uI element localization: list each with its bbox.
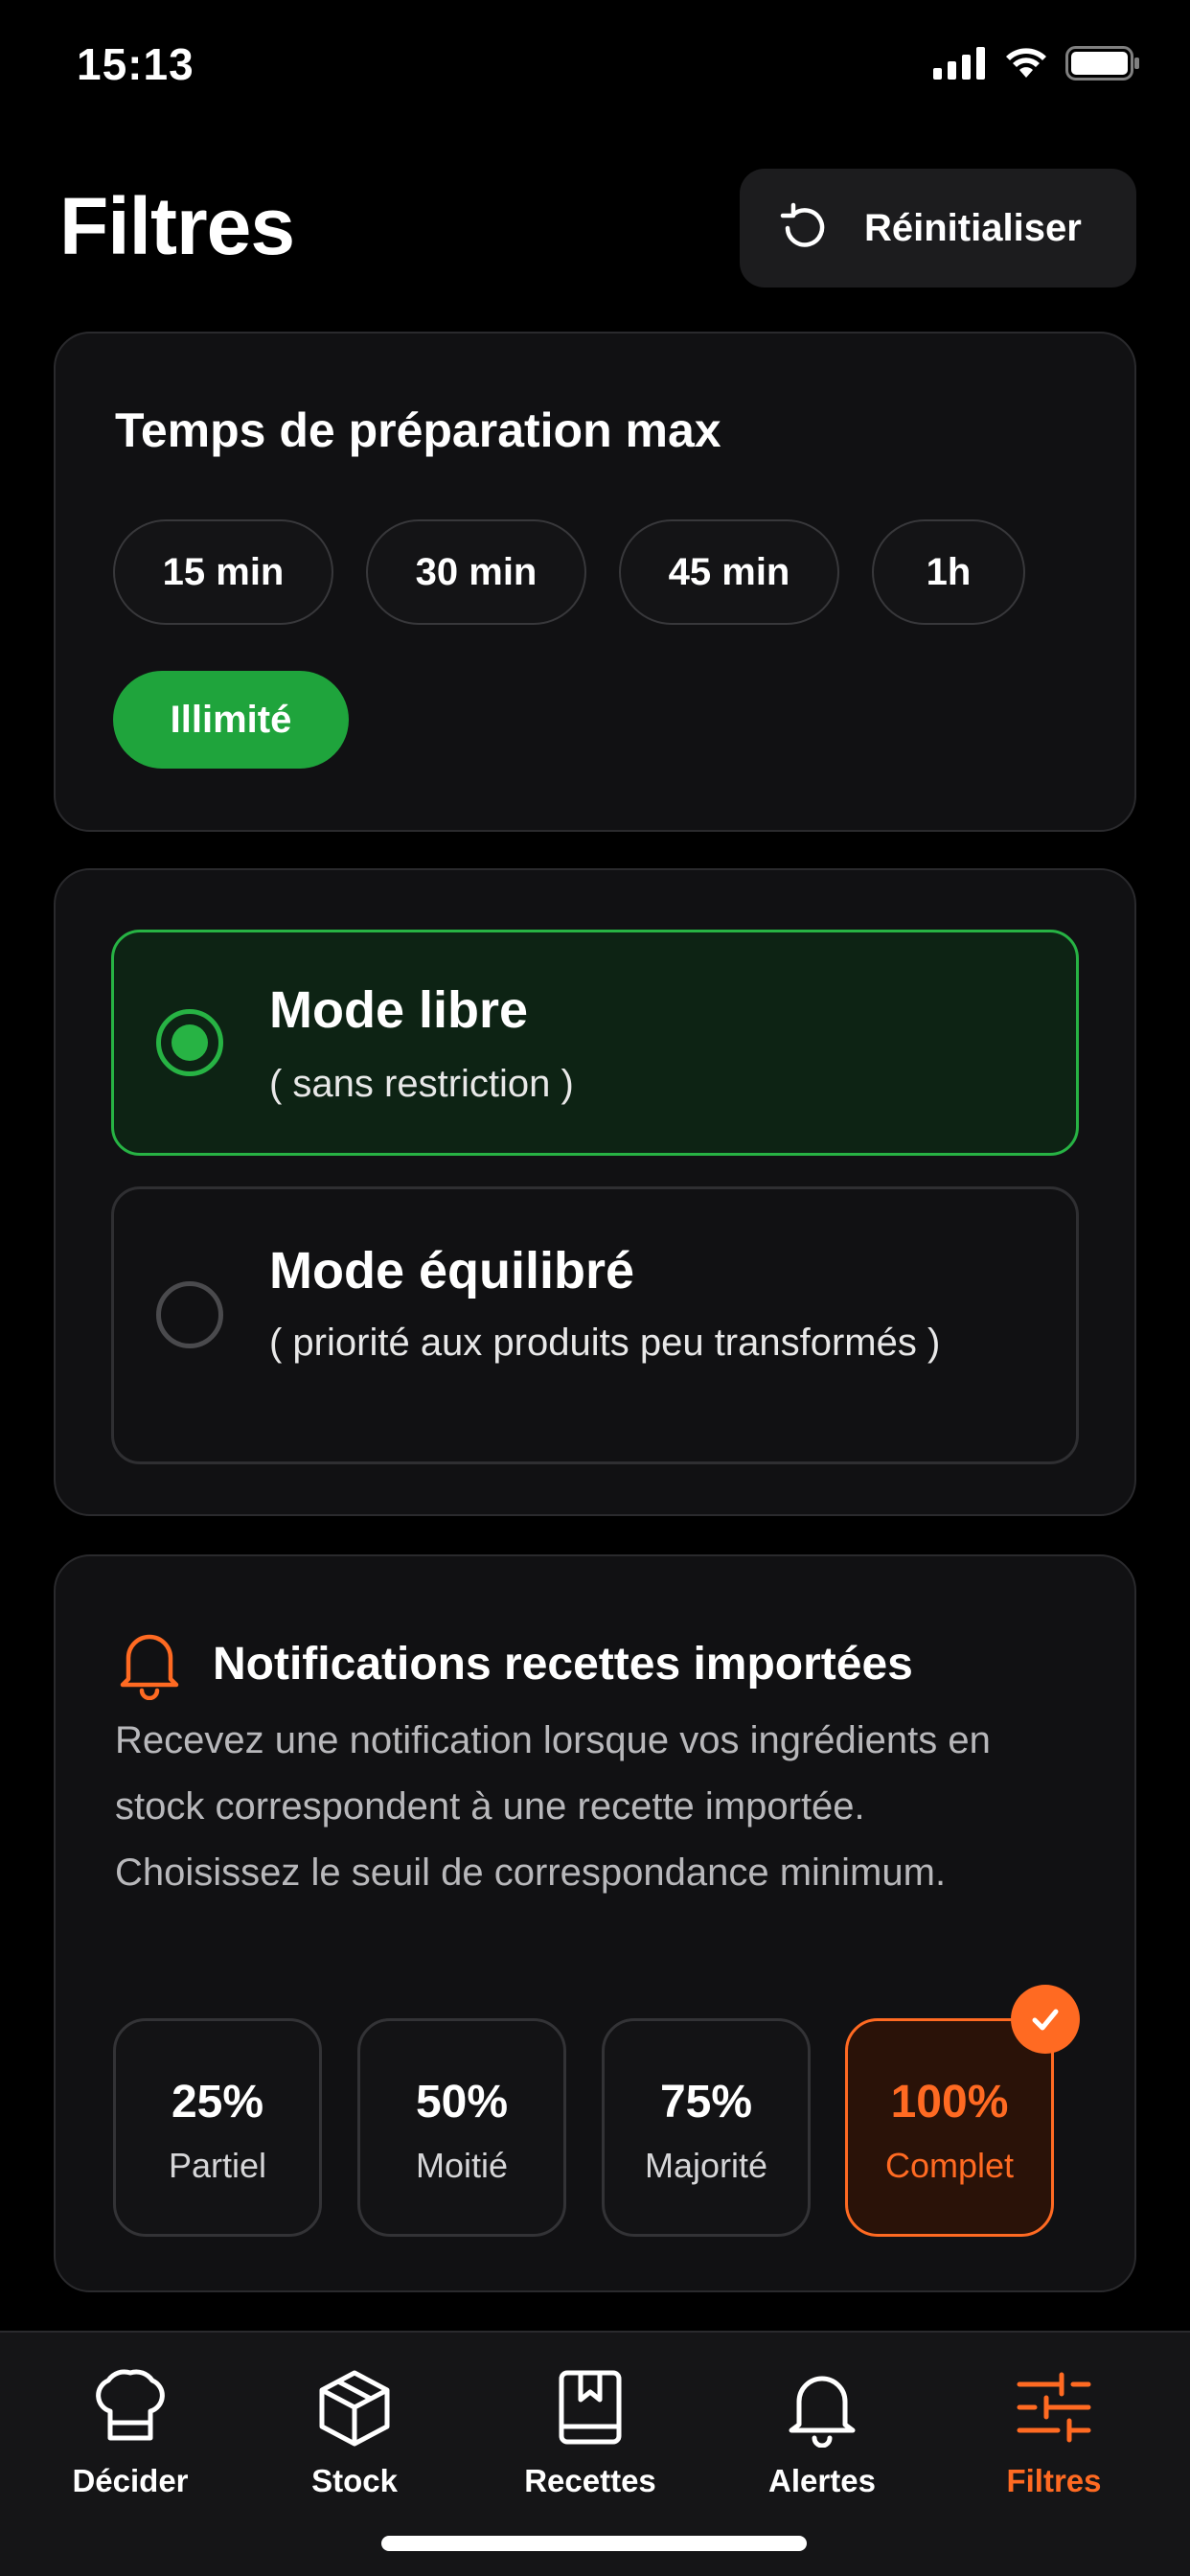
- chef-hat-icon: [96, 2369, 165, 2441]
- mode-option-equilibre[interactable]: Mode équilibré ( priorité aux produits p…: [111, 1186, 1079, 1464]
- refresh-icon: [780, 202, 825, 247]
- threshold-label: Complet: [884, 2145, 1015, 2185]
- check-icon: [1032, 2009, 1059, 2031]
- status-bar: 15:13: [0, 0, 1190, 134]
- status-time: 15:13: [77, 39, 195, 89]
- status-icons: [933, 46, 1140, 80]
- box-icon: [319, 2370, 390, 2447]
- nav-item-stock[interactable]: Stock: [259, 2367, 450, 2499]
- prep-time-title: Temps de préparation max: [115, 403, 721, 457]
- mode-title: Mode libre: [269, 981, 529, 1039]
- nav-label: Décider: [72, 2463, 189, 2498]
- home-indicator: [381, 2536, 807, 2551]
- mode-card: Mode libre ( sans restriction ) Mode équ…: [54, 868, 1136, 1516]
- nav-item-filtres[interactable]: Filtres: [958, 2367, 1150, 2499]
- nav-item-alertes[interactable]: Alertes: [726, 2367, 918, 2499]
- nav-label: Recettes: [524, 2463, 656, 2498]
- threshold-value: 100%: [890, 2076, 1009, 2128]
- nav-label: Filtres: [1006, 2463, 1102, 2498]
- chip-illimite[interactable]: Illimité: [113, 671, 349, 769]
- bell-icon: [789, 2376, 856, 2448]
- nav-label: Stock: [311, 2463, 398, 2498]
- mode-title: Mode équilibré: [269, 1242, 635, 1300]
- notifications-header: Notifications recettes importées: [115, 1627, 913, 1700]
- chip-15-min[interactable]: 15 min: [113, 519, 333, 625]
- nav-item-decider[interactable]: Décider: [34, 2367, 226, 2499]
- mode-subtitle: ( sans restriction ): [269, 1063, 574, 1105]
- notifications-title: Notifications recettes importées: [213, 1638, 913, 1690]
- recipe-book-icon: [559, 2370, 622, 2445]
- chip-30-min[interactable]: 30 min: [366, 519, 586, 625]
- threshold-label: Moitié: [415, 2145, 509, 2185]
- reset-button[interactable]: Réinitialiser: [740, 169, 1136, 288]
- threshold-value: 25%: [171, 2076, 264, 2128]
- wifi-icon: [1006, 48, 1046, 78]
- radio-unselected[interactable]: [156, 1281, 223, 1348]
- page-title: Filtres: [59, 181, 295, 271]
- nav-label: Alertes: [768, 2463, 876, 2498]
- threshold-75[interactable]: 75% Majorité: [602, 2018, 811, 2237]
- sliders-icon: [1017, 2372, 1091, 2443]
- reset-label: Réinitialiser: [864, 206, 1082, 249]
- nav-item-recettes[interactable]: Recettes: [494, 2367, 686, 2499]
- cellular-signal-icon: [933, 47, 985, 80]
- bell-icon: [120, 1634, 179, 1700]
- threshold-label: Partiel: [168, 2145, 267, 2185]
- check-badge: [1011, 1985, 1080, 2054]
- notifications-description: Recevez une notification lorsque vos ing…: [115, 1719, 991, 1894]
- radio-selected[interactable]: [156, 1009, 223, 1076]
- chip-45-min[interactable]: 45 min: [619, 519, 839, 625]
- mode-option-libre[interactable]: Mode libre ( sans restriction ): [111, 930, 1079, 1156]
- threshold-value: 50%: [415, 2076, 509, 2128]
- notifications-card: Notifications recettes importées Recevez…: [54, 1554, 1136, 2292]
- threshold-value: 75%: [659, 2076, 753, 2128]
- prep-time-card: Temps de préparation max 15 min 30 min 4…: [54, 332, 1136, 832]
- threshold-label: Majorité: [644, 2145, 768, 2185]
- mode-subtitle: ( priorité aux produits peu transformés …: [269, 1322, 941, 1364]
- threshold-50[interactable]: 50% Moitié: [357, 2018, 566, 2237]
- battery-icon: [1065, 46, 1139, 80]
- threshold-100[interactable]: 100% Complet: [845, 1985, 1080, 2237]
- threshold-25[interactable]: 25% Partiel: [113, 2018, 322, 2237]
- chip-1h[interactable]: 1h: [872, 519, 1025, 625]
